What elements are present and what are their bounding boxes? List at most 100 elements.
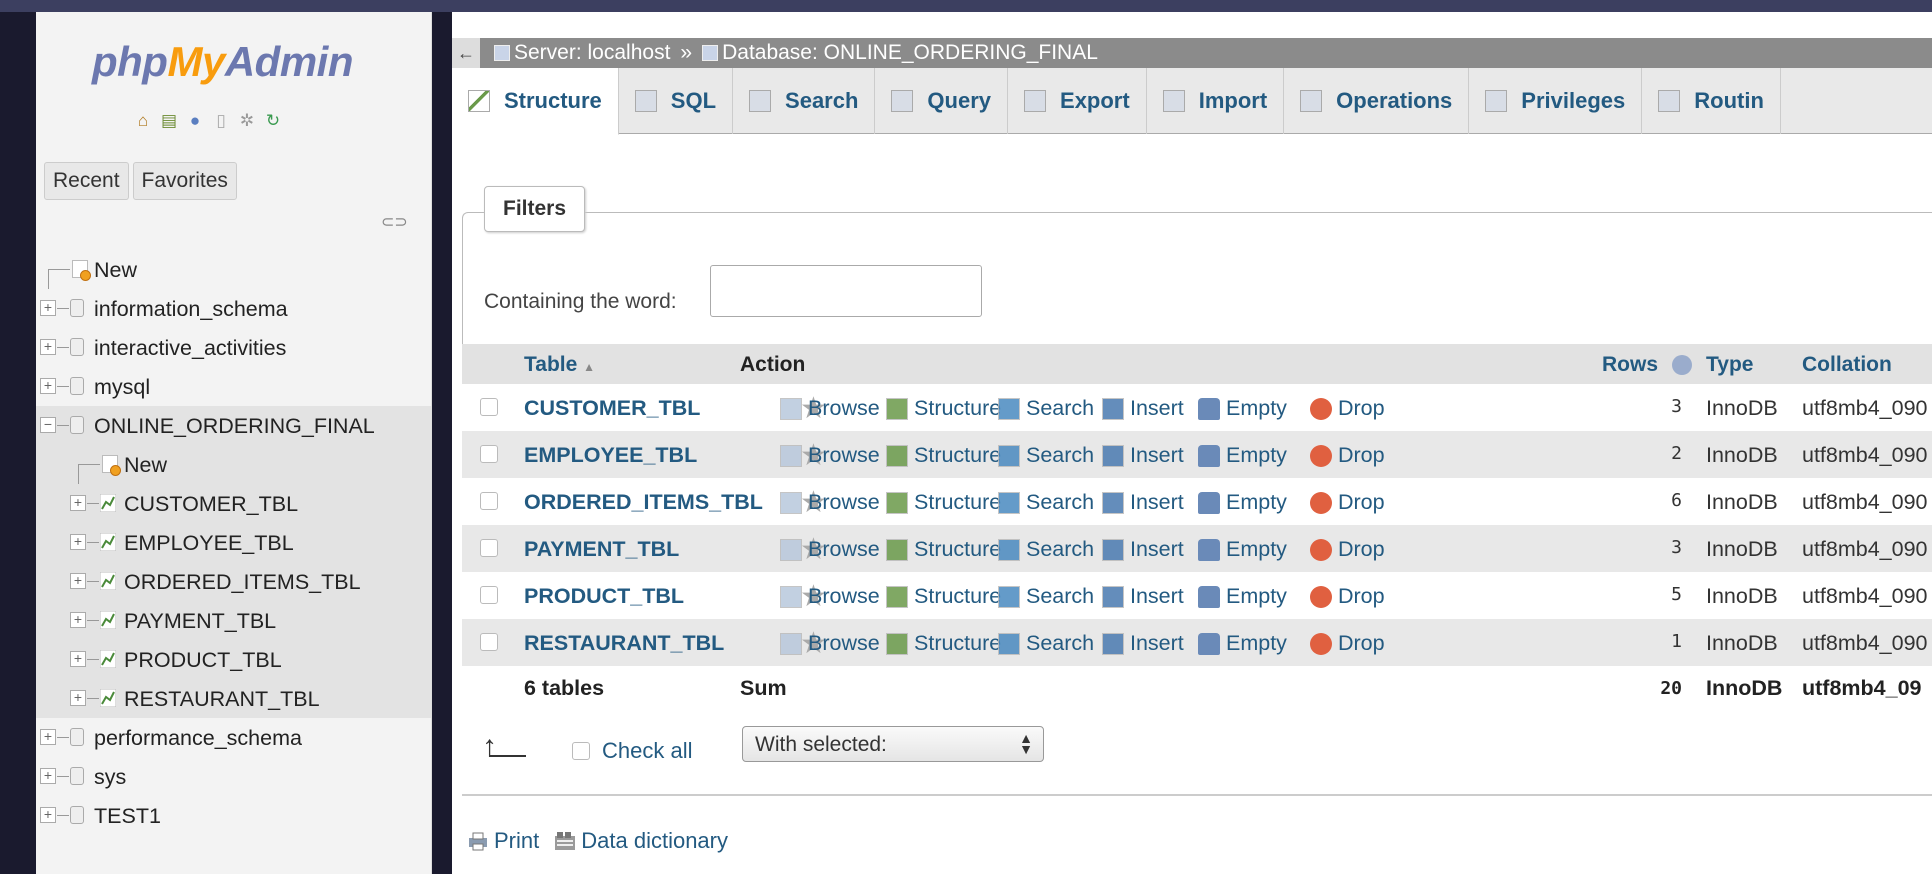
action-browse[interactable]: Browse	[780, 443, 880, 468]
recent-button[interactable]: Recent	[44, 162, 129, 200]
action-insert[interactable]: Insert	[1102, 443, 1184, 468]
header-rows[interactable]: Rows	[1602, 353, 1658, 377]
action-insert[interactable]: Insert	[1102, 584, 1184, 609]
collapse-sidebar-button[interactable]: ←	[452, 38, 480, 68]
expand-icon[interactable]: +	[40, 729, 56, 745]
tree-item[interactable]: + CUSTOMER_TBL	[36, 484, 431, 523]
tree-item[interactable]: − ONLINE_ORDERING_FINAL	[36, 406, 431, 445]
tree-item[interactable]: + interactive_activities	[36, 328, 431, 367]
help-icon[interactable]: ●	[184, 110, 206, 132]
expand-icon[interactable]: +	[40, 378, 56, 394]
table-name-link[interactable]: ORDERED_ITEMS_TBL	[524, 490, 763, 515]
action-browse[interactable]: Browse	[780, 537, 880, 562]
action-browse[interactable]: Browse	[780, 584, 880, 609]
tab-search[interactable]: Search	[733, 68, 876, 134]
action-structure[interactable]: Structure	[886, 584, 1001, 609]
expand-icon[interactable]: +	[70, 495, 86, 511]
exit-icon[interactable]: ▤	[158, 110, 180, 132]
action-structure[interactable]: Structure	[886, 443, 1001, 468]
action-structure[interactable]: Structure	[886, 537, 1001, 562]
expand-icon[interactable]: +	[40, 300, 56, 316]
action-empty[interactable]: Empty	[1198, 537, 1287, 562]
header-table[interactable]: Table ▲	[524, 353, 595, 377]
tree-item[interactable]: + performance_schema	[36, 718, 431, 757]
action-search[interactable]: Search	[998, 631, 1094, 656]
containing-word-input[interactable]	[710, 265, 982, 317]
action-search[interactable]: Search	[998, 396, 1094, 421]
action-structure[interactable]: Structure	[886, 490, 1001, 515]
row-checkbox[interactable]	[480, 398, 498, 416]
tree-item[interactable]: + PAYMENT_TBL	[36, 601, 431, 640]
tree-item[interactable]: + ORDERED_ITEMS_TBL	[36, 562, 431, 601]
action-structure[interactable]: Structure	[886, 631, 1001, 656]
table-name-link[interactable]: PAYMENT_TBL	[524, 537, 679, 562]
row-checkbox[interactable]	[480, 445, 498, 463]
tab-import[interactable]: Import	[1147, 68, 1285, 134]
row-checkbox[interactable]	[480, 633, 498, 651]
action-drop[interactable]: Drop	[1310, 584, 1385, 609]
table-name-link[interactable]: PRODUCT_TBL	[524, 584, 684, 609]
action-drop[interactable]: Drop	[1310, 537, 1385, 562]
tree-item[interactable]: + PRODUCT_TBL	[36, 640, 431, 679]
action-drop[interactable]: Drop	[1310, 443, 1385, 468]
check-all-label[interactable]: Check all	[602, 738, 692, 764]
action-insert[interactable]: Insert	[1102, 631, 1184, 656]
action-insert[interactable]: Insert	[1102, 490, 1184, 515]
print-link[interactable]: Print	[466, 828, 539, 854]
tab-export[interactable]: Export	[1008, 68, 1147, 134]
action-insert[interactable]: Insert	[1102, 537, 1184, 562]
tab-operations[interactable]: Operations	[1284, 68, 1470, 134]
expand-icon[interactable]: +	[70, 573, 86, 589]
action-browse[interactable]: Browse	[780, 490, 880, 515]
tab-structure[interactable]: Structure	[452, 68, 619, 135]
action-drop[interactable]: Drop	[1310, 490, 1385, 515]
tab-query[interactable]: Query	[875, 68, 1009, 134]
action-empty[interactable]: Empty	[1198, 584, 1287, 609]
link-with-main-icon[interactable]: ⊂⊃	[381, 212, 408, 232]
settings-gear-icon[interactable]: ✲	[236, 110, 258, 132]
tree-item[interactable]: + information_schema	[36, 289, 431, 328]
row-checkbox[interactable]	[480, 586, 498, 604]
tree-item[interactable]: New	[36, 445, 431, 484]
expand-icon[interactable]: +	[40, 768, 56, 784]
tab-privileges[interactable]: Privileges	[1469, 68, 1643, 134]
action-empty[interactable]: Empty	[1198, 396, 1287, 421]
breadcrumb-server[interactable]: Server: localhost	[514, 41, 670, 65]
expand-icon[interactable]: +	[70, 612, 86, 628]
action-search[interactable]: Search	[998, 490, 1094, 515]
header-type[interactable]: Type	[1706, 353, 1753, 377]
tree-item[interactable]: + EMPLOYEE_TBL	[36, 523, 431, 562]
breadcrumb-database[interactable]: Database: ONLINE_ORDERING_FINAL	[722, 41, 1098, 65]
expand-icon[interactable]: +	[70, 534, 86, 550]
action-search[interactable]: Search	[998, 537, 1094, 562]
docs-icon[interactable]: ▯	[210, 110, 232, 132]
expand-icon[interactable]: +	[70, 651, 86, 667]
action-search[interactable]: Search	[998, 584, 1094, 609]
collapse-icon[interactable]: −	[40, 417, 56, 433]
favorites-button[interactable]: Favorites	[132, 162, 237, 200]
action-drop[interactable]: Drop	[1310, 396, 1385, 421]
action-browse[interactable]: Browse	[780, 631, 880, 656]
action-browse[interactable]: Browse	[780, 396, 880, 421]
table-name-link[interactable]: CUSTOMER_TBL	[524, 396, 700, 421]
tree-item[interactable]: + sys	[36, 757, 431, 796]
action-search[interactable]: Search	[998, 443, 1094, 468]
action-drop[interactable]: Drop	[1310, 631, 1385, 656]
table-name-link[interactable]: RESTAURANT_TBL	[524, 631, 724, 656]
action-structure[interactable]: Structure	[886, 396, 1001, 421]
expand-icon[interactable]: +	[40, 807, 56, 823]
home-icon[interactable]: ⌂	[132, 110, 154, 132]
table-name-link[interactable]: EMPLOYEE_TBL	[524, 443, 697, 468]
action-empty[interactable]: Empty	[1198, 631, 1287, 656]
phpmyadmin-logo[interactable]: phpMyAdmin	[92, 38, 353, 86]
header-collation[interactable]: Collation	[1802, 353, 1892, 377]
data-dictionary-link[interactable]: Data dictionary	[553, 828, 728, 854]
tree-item[interactable]: + mysql	[36, 367, 431, 406]
row-checkbox[interactable]	[480, 539, 498, 557]
action-empty[interactable]: Empty	[1198, 443, 1287, 468]
expand-icon[interactable]: +	[70, 690, 86, 706]
expand-icon[interactable]: +	[40, 339, 56, 355]
row-checkbox[interactable]	[480, 492, 498, 510]
tree-item[interactable]: + TEST1	[36, 796, 431, 835]
with-selected-select[interactable]: With selected: ▲ ▼	[742, 726, 1044, 762]
